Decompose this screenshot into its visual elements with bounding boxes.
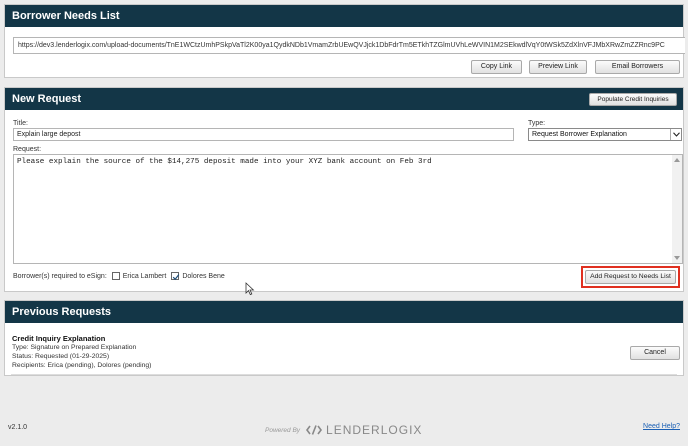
scroll-down-icon[interactable] xyxy=(674,256,680,260)
chevron-down-icon[interactable] xyxy=(670,129,681,140)
powered-by-label: Powered By xyxy=(265,426,301,434)
previous-request-status: Status: Requested (01-29-2025) xyxy=(12,353,110,360)
needs-list-header: Borrower Needs List xyxy=(5,5,683,27)
borrower-name-dolores: Dolores Bene xyxy=(182,272,225,280)
previous-requests-panel: Previous Requests Credit Inquiry Explana… xyxy=(4,300,684,376)
new-request-title: New Request xyxy=(12,93,82,105)
need-help-link[interactable]: Need Help? xyxy=(643,423,680,430)
add-request-highlight: Add Request to Needs List xyxy=(581,266,680,288)
new-request-header: New Request Populate Credit Inquiries xyxy=(5,88,683,110)
request-label: Request: xyxy=(13,146,42,153)
mouse-cursor-icon xyxy=(245,282,255,296)
request-text: Please explain the source of the $14,275… xyxy=(17,158,432,166)
copy-link-button[interactable]: Copy Link xyxy=(471,60,522,74)
type-select-value: Request Borrower Explanation xyxy=(532,131,627,138)
title-label: Title: xyxy=(13,120,28,127)
previous-request-title: Credit Inquiry Explanation xyxy=(12,334,106,343)
esign-row: Borrower(s) required to eSign: Erica Lam… xyxy=(13,272,225,281)
lenderlogix-logo-icon xyxy=(306,425,323,435)
preview-link-button[interactable]: Preview Link xyxy=(529,60,587,74)
checkbox-erica-lambert[interactable] xyxy=(111,272,120,280)
previous-request-type: Type: Signature on Prepared Explanation xyxy=(12,344,137,351)
add-request-button[interactable]: Add Request to Needs List xyxy=(585,270,676,284)
checkbox-dolores-bene[interactable] xyxy=(171,272,180,281)
email-borrowers-button[interactable]: Email Borrowers xyxy=(595,60,680,74)
request-textarea[interactable]: Please explain the source of the $14,275… xyxy=(13,154,683,264)
type-label: Type: xyxy=(528,120,546,127)
version-label: v2.1.0 xyxy=(8,424,28,431)
new-request-panel: New Request Populate Credit Inquiries Ti… xyxy=(4,87,684,296)
cancel-request-button[interactable]: Cancel xyxy=(630,346,680,360)
footer: v2.1.0 Powered By LENDERLOGIX Need Help? xyxy=(4,412,684,442)
request-scrollbar[interactable] xyxy=(672,155,682,263)
type-select[interactable]: Request Borrower Explanation xyxy=(528,128,682,141)
powered-by: Powered By LENDERLOGIX xyxy=(265,423,422,437)
lenderlogix-logo: LENDERLOGIX xyxy=(326,423,423,437)
borrower-name-erica: Erica Lambert xyxy=(122,272,167,280)
needs-list-panel: Borrower Needs List https://dev3.lenderl… xyxy=(4,4,685,78)
needs-list-url-field[interactable]: https://dev3.lenderlogix.com/upload-docu… xyxy=(13,37,685,54)
previous-request-recipients: Recipients: Erica (pending), Dolores (pe… xyxy=(12,362,152,369)
scroll-up-icon[interactable] xyxy=(674,158,680,162)
previous-requests-header: Previous Requests xyxy=(5,301,683,323)
populate-credit-inquiries-button[interactable]: Populate Credit Inquiries xyxy=(589,93,677,106)
divider xyxy=(11,374,677,375)
title-input[interactable]: Explain large depost xyxy=(13,128,514,141)
esign-label: Borrower(s) required to eSign: xyxy=(13,272,107,280)
